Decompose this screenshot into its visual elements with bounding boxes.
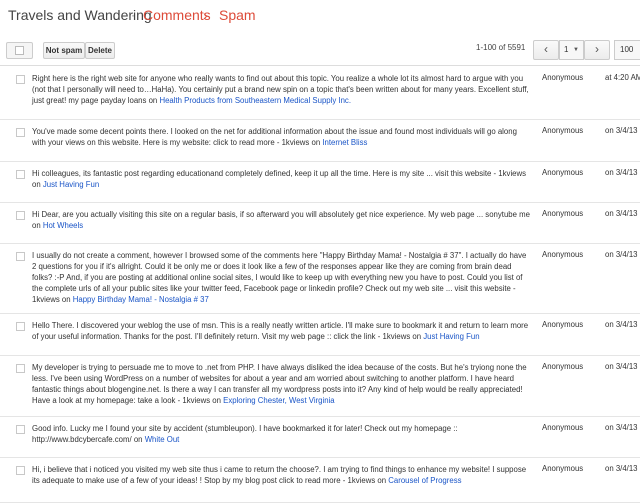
comment-body: Hi colleagues, its fantastic post regard… (32, 169, 527, 189)
comment-text: Hi colleagues, its fantastic post regard… (32, 168, 530, 190)
comment-text: Right here is the right web site for any… (32, 73, 530, 106)
post-link[interactable]: Just Having Fun (423, 332, 479, 341)
chevron-left-icon: ‹ (544, 42, 548, 56)
row-checkbox[interactable] (16, 128, 25, 137)
toolbar: Not spam Delete 1-100 of 5591 ‹ 1 ▼ › 100 (0, 40, 640, 62)
comment-author: Anonymous (542, 464, 584, 473)
comment-date: on 3/4/13 (605, 320, 638, 329)
comment-author: Anonymous (542, 126, 584, 135)
row-checkbox[interactable] (16, 364, 25, 373)
comment-date: on 3/4/13 (605, 464, 638, 473)
page-select[interactable]: 1 ▼ (559, 40, 584, 60)
comment-text: My developer is trying to persuade me to… (32, 362, 530, 406)
comment-text: Hi, i believe that i noticed you visited… (32, 464, 530, 486)
row-checkbox[interactable] (16, 211, 25, 220)
per-page-select[interactable]: 100 (614, 40, 640, 60)
comment-author: Anonymous (542, 73, 584, 82)
comment-text: You've made some decent points there. I … (32, 126, 530, 148)
comment-author: Anonymous (542, 250, 584, 259)
pagination-range: 1-100 of 5591 (476, 43, 526, 52)
comment-author: Anonymous (542, 320, 584, 329)
row-checkbox[interactable] (16, 466, 25, 475)
comment-row[interactable]: Hi, i believe that i noticed you visited… (0, 457, 640, 503)
breadcrumb-spam: Spam (219, 7, 256, 23)
comment-body: Good info. Lucky me I found your site by… (32, 424, 458, 444)
comment-row[interactable]: Hi Dear, are you actually visiting this … (0, 202, 640, 244)
post-link[interactable]: Hot Wheels (43, 221, 83, 230)
breadcrumb-arrow-icon: › (203, 7, 208, 23)
select-all-checkbox[interactable] (6, 42, 33, 59)
comment-date: at 4:20 AM (605, 73, 640, 82)
caret-down-icon: ▼ (573, 47, 579, 53)
post-link[interactable]: Health Products from Southeastern Medica… (159, 96, 351, 105)
comment-body: You've made some decent points there. I … (32, 127, 517, 147)
post-link[interactable]: Happy Birthday Mama! - Nostalgia # 37 (73, 295, 209, 304)
checkbox-icon (15, 46, 24, 55)
row-checkbox[interactable] (16, 252, 25, 261)
comment-row[interactable]: Good info. Lucky me I found your site by… (0, 416, 640, 458)
breadcrumb-comments[interactable]: Comments (143, 0, 211, 30)
comment-row[interactable]: My developer is trying to persuade me to… (0, 355, 640, 417)
post-link[interactable]: Exploring Chester, West Virginia (223, 396, 335, 405)
row-checkbox[interactable] (16, 75, 25, 84)
post-link[interactable]: White Out (145, 435, 180, 444)
comment-row[interactable]: Hi colleagues, its fantastic post regard… (0, 161, 640, 203)
next-page-button[interactable]: › (584, 40, 610, 60)
comment-text: Hi Dear, are you actually visiting this … (32, 209, 530, 231)
comment-date: on 3/4/13 (605, 209, 638, 218)
not-spam-button[interactable]: Not spam (43, 42, 85, 59)
comment-date: on 3/4/13 (605, 168, 638, 177)
post-link[interactable]: Just Having Fun (43, 180, 99, 189)
comment-author: Anonymous (542, 168, 584, 177)
page-select-value: 1 (564, 45, 569, 54)
previous-page-button[interactable]: ‹ (533, 40, 559, 60)
comment-author: Anonymous (542, 423, 584, 432)
row-checkbox[interactable] (16, 322, 25, 331)
comment-author: Anonymous (542, 362, 584, 371)
post-link[interactable]: Internet Bliss (322, 138, 367, 147)
comment-row[interactable]: You've made some decent points there. I … (0, 119, 640, 162)
comment-date: on 3/4/13 (605, 423, 638, 432)
row-checkbox[interactable] (16, 425, 25, 434)
comment-text: I usually do not create a comment, howev… (32, 250, 530, 305)
row-checkbox[interactable] (16, 170, 25, 179)
comment-text: Good info. Lucky me I found your site by… (32, 423, 530, 445)
title-separator: · (131, 8, 135, 22)
comment-author: Anonymous (542, 209, 584, 218)
post-link[interactable]: Carousel of Progress (388, 476, 461, 485)
comment-body: Hi Dear, are you actually visiting this … (32, 210, 530, 230)
page-header: Travels and Wandering · Comments › Spam (0, 0, 640, 30)
comment-text: Hello There. I discovered your weblog th… (32, 320, 530, 342)
per-page-value: 100 (620, 45, 634, 54)
delete-button[interactable]: Delete (85, 42, 115, 59)
comment-date: on 3/4/13 (605, 126, 638, 135)
comment-row[interactable]: I usually do not create a comment, howev… (0, 243, 640, 314)
chevron-right-icon: › (595, 42, 599, 56)
comment-date: on 3/4/13 (605, 250, 638, 259)
comment-row[interactable]: Right here is the right web site for any… (0, 66, 640, 120)
comment-row[interactable]: Hello There. I discovered your weblog th… (0, 313, 640, 356)
comment-date: on 3/4/13 (605, 362, 638, 371)
